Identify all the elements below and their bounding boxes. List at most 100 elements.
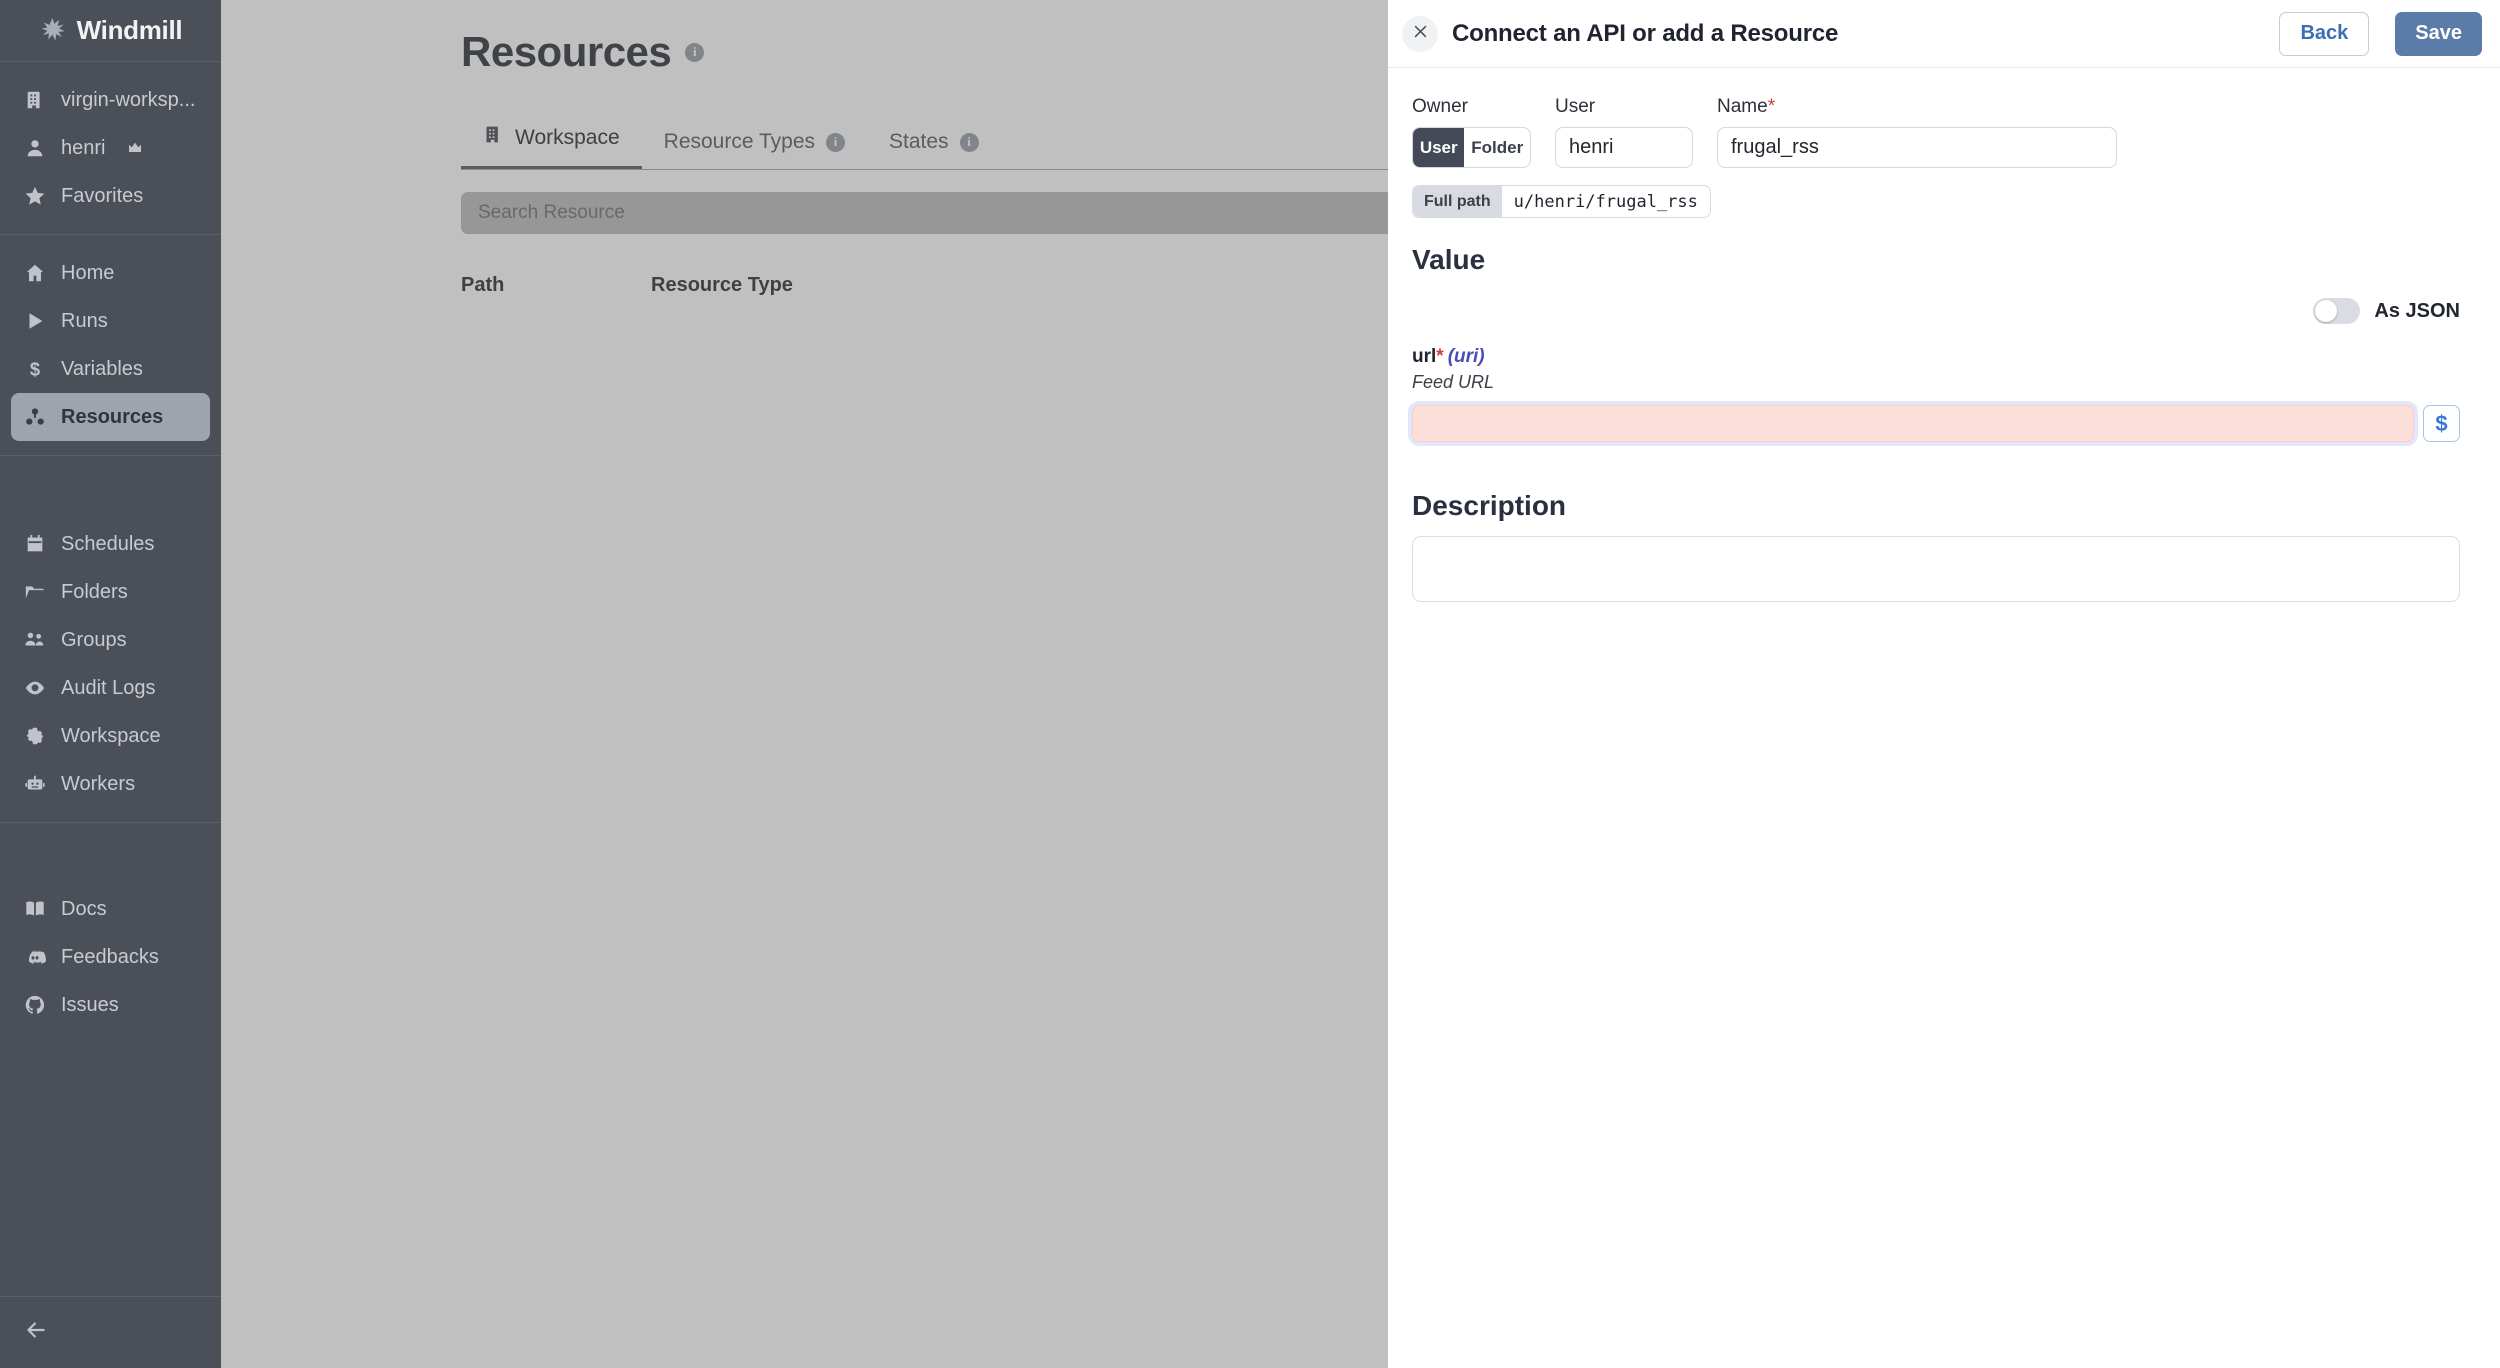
sidebar-workspace-label: virgin-worksp...	[61, 89, 195, 112]
owner-segmented-control[interactable]: User Folder	[1412, 127, 1531, 168]
sidebar-context-group: virgin-worksp... henri Favorites	[0, 62, 221, 235]
book-icon	[23, 897, 47, 921]
user-label: User	[1555, 96, 1693, 118]
url-input-row: $	[1412, 405, 2460, 442]
sidebar-item-label: Feedbacks	[61, 946, 159, 969]
discord-icon	[23, 945, 47, 969]
drawer-title: Connect an API or add a Resource	[1452, 20, 1838, 48]
sidebar-favorites-label: Favorites	[61, 185, 143, 208]
sidebar-item-label: Folders	[61, 581, 128, 604]
sidebar-item-favorites[interactable]: Favorites	[11, 172, 210, 220]
crown-icon	[127, 137, 143, 160]
close-icon	[1412, 23, 1429, 45]
sidebar-item-home[interactable]: Home	[11, 249, 210, 297]
sidebar-spacer	[0, 1043, 221, 1296]
sidebar-nav-tertiary: Docs Feedbacks Issues	[0, 823, 221, 1043]
back-button[interactable]: Back	[2279, 12, 2369, 56]
name-input[interactable]: frugal_rss	[1717, 127, 2117, 168]
sidebar-item-variables[interactable]: $ Variables	[11, 345, 210, 393]
robot-icon	[23, 772, 47, 796]
sidebar-item-folders[interactable]: Folders	[11, 568, 210, 616]
sidebar-item-label: Workspace	[61, 725, 161, 748]
sidebar-item-feedbacks[interactable]: Feedbacks	[11, 933, 210, 981]
description-textarea[interactable]	[1412, 536, 2460, 602]
sidebar-item-label: Docs	[61, 898, 107, 921]
url-field-label: url*(uri)	[1412, 346, 2460, 368]
sidebar-item-user[interactable]: henri	[11, 124, 210, 172]
sidebar-item-label: Variables	[61, 358, 143, 381]
sidebar-item-label: Schedules	[61, 533, 154, 556]
calendar-icon	[23, 532, 47, 556]
sidebar-item-label: Resources	[61, 406, 163, 429]
resources-icon	[23, 405, 47, 429]
name-label-text: Name	[1717, 96, 1768, 117]
sidebar-item-schedules[interactable]: Schedules	[11, 520, 210, 568]
building-icon	[23, 88, 47, 112]
full-path-row: Full path u/henri/frugal_rss	[1412, 185, 2460, 218]
sidebar-item-workspace[interactable]: Workspace	[11, 712, 210, 760]
full-path-badge: Full path u/henri/frugal_rss	[1412, 185, 1711, 218]
name-label: Name*	[1717, 96, 2117, 118]
full-path-value: u/henri/frugal_rss	[1502, 186, 1710, 217]
resource-drawer: Connect an API or add a Resource Back Sa…	[1388, 0, 2500, 1368]
app-root: Windmill virgin-worksp... henri	[0, 0, 2500, 1368]
groups-icon	[23, 628, 47, 652]
name-field: Name* frugal_rss	[1717, 96, 2117, 168]
sidebar-item-label: Runs	[61, 310, 108, 333]
sidebar-item-workspace-selector[interactable]: virgin-worksp...	[11, 76, 210, 124]
owner-option-user[interactable]: User	[1413, 128, 1464, 167]
sidebar-item-label: Groups	[61, 629, 127, 652]
url-input[interactable]	[1412, 405, 2414, 442]
sidebar-item-label: Workers	[61, 773, 135, 796]
url-field-type: (uri)	[1448, 346, 1485, 367]
sidebar-item-label: Audit Logs	[61, 677, 156, 700]
arrow-left-icon	[23, 1317, 49, 1348]
user-input[interactable]: henri	[1555, 127, 1693, 168]
sidebar-nav-secondary: Schedules Folders Groups Audit Logs	[0, 456, 221, 823]
owner-option-folder[interactable]: Folder	[1464, 128, 1530, 167]
drawer-header: Connect an API or add a Resource Back Sa…	[1388, 0, 2500, 68]
drawer-body: Owner User Folder User henri Name* fruga…	[1388, 68, 2500, 1368]
full-path-label: Full path	[1413, 186, 1502, 217]
as-json-toggle[interactable]	[2313, 298, 2360, 324]
sidebar-item-resources[interactable]: Resources	[11, 393, 210, 441]
user-icon	[23, 136, 47, 160]
as-json-row: As JSON	[1412, 298, 2460, 324]
variable-picker-button[interactable]: $	[2423, 405, 2460, 442]
windmill-icon	[39, 15, 66, 47]
sidebar-item-audit-logs[interactable]: Audit Logs	[11, 664, 210, 712]
description-section-title: Description	[1412, 490, 2460, 522]
required-marker: *	[1436, 346, 1443, 367]
sidebar-logo[interactable]: Windmill	[0, 0, 221, 62]
sidebar-item-label: Home	[61, 262, 114, 285]
toggle-knob	[2315, 300, 2337, 322]
owner-label: Owner	[1412, 96, 1531, 118]
svg-text:$: $	[30, 358, 40, 379]
logo-text: Windmill	[77, 15, 183, 46]
url-field-name: url	[1412, 346, 1436, 367]
sidebar-item-runs[interactable]: Runs	[11, 297, 210, 345]
sidebar-collapse-button[interactable]	[0, 1296, 221, 1368]
as-json-label: As JSON	[2374, 300, 2460, 323]
gear-icon	[23, 724, 47, 748]
dollar-icon: $	[23, 357, 47, 381]
sidebar-item-workers[interactable]: Workers	[11, 760, 210, 808]
value-section-title: Value	[1412, 244, 2460, 276]
close-button[interactable]	[1402, 16, 1438, 52]
eye-icon	[23, 676, 47, 700]
sidebar-nav-primary: Home Runs $ Variables Resources	[0, 235, 221, 456]
folder-icon	[23, 580, 47, 604]
owner-field: Owner User Folder	[1412, 96, 1531, 168]
required-marker: *	[1768, 96, 1775, 117]
home-icon	[23, 261, 47, 285]
sidebar-item-docs[interactable]: Docs	[11, 885, 210, 933]
sidebar-item-groups[interactable]: Groups	[11, 616, 210, 664]
sidebar-user-label: henri	[61, 137, 105, 160]
sidebar-item-issues[interactable]: Issues	[11, 981, 210, 1029]
save-button[interactable]: Save	[2395, 12, 2482, 56]
star-icon	[23, 184, 47, 208]
path-fields-row: Owner User Folder User henri Name* fruga…	[1412, 96, 2460, 168]
url-field-description: Feed URL	[1412, 372, 2460, 393]
user-field: User henri	[1555, 96, 1693, 168]
play-icon	[23, 309, 47, 333]
